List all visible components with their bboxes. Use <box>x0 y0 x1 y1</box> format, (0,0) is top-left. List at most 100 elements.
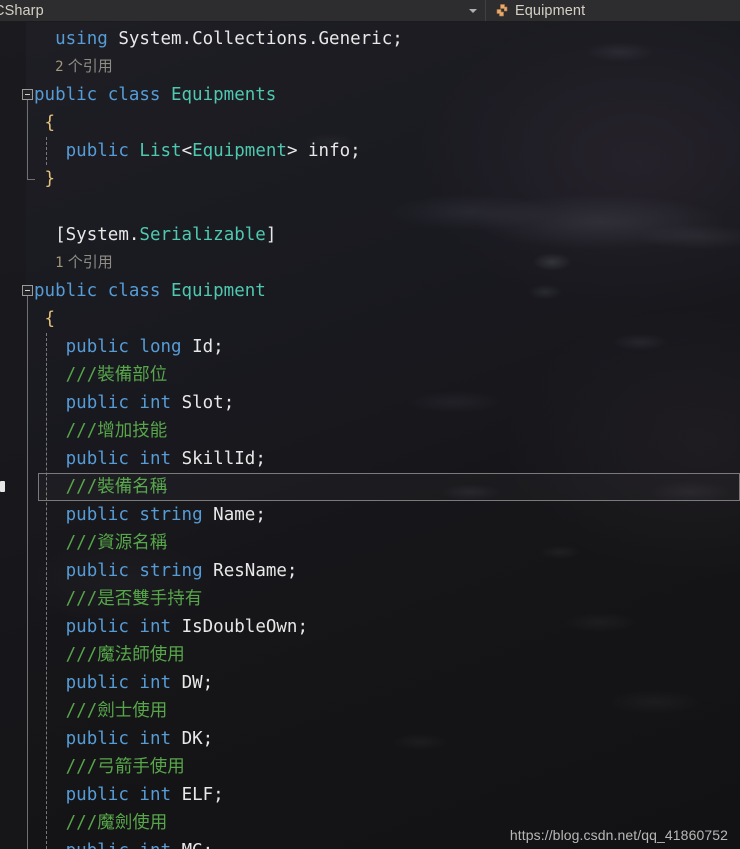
code-token-kw: public <box>65 505 140 525</box>
code-line[interactable]: public int DW; <box>0 669 740 697</box>
collapse-outlining-icon[interactable] <box>22 285 33 296</box>
code-line[interactable]: public List<Equipment> info; <box>0 137 740 165</box>
code-line[interactable]: ///劍士使用 <box>0 697 740 725</box>
code-line[interactable]: 2 个引用 <box>0 53 740 81</box>
code-line[interactable]: { <box>0 305 740 333</box>
code-line[interactable]: public string Name; <box>0 501 740 529</box>
code-token-kw: public <box>65 617 140 637</box>
code-token-typ: Serializable <box>139 225 266 245</box>
code-line[interactable]: ///增加技能 <box>0 417 740 445</box>
code-line[interactable]: using System.Collections.Generic; <box>0 25 740 53</box>
code-token-pun: < <box>181 141 193 161</box>
code-token-cmt: ///魔劍使用 <box>65 813 168 833</box>
code-line[interactable]: public int IsDoubleOwn; <box>0 613 740 641</box>
code-token-kw: int <box>139 393 182 413</box>
code-token-kw: int <box>139 617 182 637</box>
code-line-text: public class Equipments <box>34 81 276 109</box>
code-line-text: ///增加技能 <box>66 417 168 445</box>
vs-editor-window: CSharp Equipment using System.Collection… <box>0 0 740 849</box>
code-token-cmt: ///弓箭手使用 <box>65 757 185 777</box>
code-token-kw: int <box>139 729 182 749</box>
code-line-text: public int DK; <box>66 725 214 753</box>
code-token-kw: public <box>65 337 140 357</box>
code-token-id: ResName; <box>213 561 298 581</box>
current-line-highlight <box>38 473 740 501</box>
code-line[interactable] <box>0 193 740 221</box>
code-token-typ: Equipments <box>170 85 277 105</box>
code-lens-reference-count[interactable]: 2 个引用 <box>55 53 113 81</box>
code-line[interactable]: } <box>0 165 740 193</box>
code-line-text: public int MG; <box>66 837 214 849</box>
code-line-text: public int ELF; <box>66 781 224 809</box>
code-line[interactable]: public class Equipments <box>0 81 740 109</box>
code-token-kw: class <box>107 85 171 105</box>
code-line[interactable]: [System.Serializable] <box>0 221 740 249</box>
code-lens-reference-count[interactable]: 1 个引用 <box>55 249 113 277</box>
code-token-kw: public <box>65 449 140 469</box>
code-token-kw: int <box>139 673 182 693</box>
code-token-kw: public <box>65 673 140 693</box>
code-token-id: System. <box>65 225 140 245</box>
code-token-id: System.Collections.Generic; <box>118 29 403 49</box>
code-line[interactable]: public int DK; <box>0 725 740 753</box>
code-line-text: ///魔法師使用 <box>66 641 185 669</box>
code-line-text: public List<Equipment> info; <box>66 137 361 165</box>
code-line-text: public long Id; <box>66 333 224 361</box>
code-token-kw: int <box>139 449 182 469</box>
code-line-text: ///魔劍使用 <box>66 809 168 837</box>
code-line-text: ///弓箭手使用 <box>66 753 185 781</box>
class-icon <box>496 3 508 16</box>
project-scope-label: CSharp <box>0 2 44 19</box>
code-line-text: using System.Collections.Generic; <box>55 25 403 53</box>
code-line[interactable]: public int ELF; <box>0 781 740 809</box>
code-line[interactable]: public string ResName; <box>0 557 740 585</box>
code-line-text: public class Equipment <box>34 277 266 305</box>
code-token-id: ] <box>265 225 277 245</box>
code-line-text: public int SkillId; <box>66 445 266 473</box>
code-token-kw: public <box>34 281 108 301</box>
watermark-text: https://blog.csdn.net/qq_41860752 <box>509 827 728 843</box>
member-scope-dropdown[interactable]: Equipment <box>486 0 740 21</box>
collapse-outlining-icon[interactable] <box>22 89 33 100</box>
code-line[interactable]: public int Slot; <box>0 389 740 417</box>
code-token-kw: public <box>66 841 140 849</box>
code-token-id: SkillId; <box>181 449 266 469</box>
code-line-text: ///裝備部位 <box>66 361 168 389</box>
code-line[interactable]: 1 个引用 <box>0 249 740 277</box>
code-line-text: } <box>45 165 56 193</box>
code-token-typ: Equipment <box>192 141 287 161</box>
project-scope-dropdown[interactable]: CSharp <box>0 0 486 21</box>
code-token-kw: string <box>139 505 214 525</box>
code-text-area[interactable]: using System.Collections.Generic; 2 个引用 pu… <box>0 22 740 849</box>
code-line[interactable]: ///魔法師使用 <box>0 641 740 669</box>
code-line[interactable]: ///資源名稱 <box>0 529 740 557</box>
code-token-cmt: ///劍士使用 <box>65 701 168 721</box>
code-editor-surface[interactable]: using System.Collections.Generic; 2 个引用 pu… <box>0 22 740 849</box>
code-line[interactable]: ///弓箭手使用 <box>0 753 740 781</box>
code-line[interactable]: { <box>0 109 740 137</box>
code-line[interactable]: public int SkillId; <box>0 445 740 473</box>
code-token-kw: public <box>65 561 140 581</box>
chevron-down-icon[interactable] <box>469 8 477 13</box>
code-token-typ: List <box>139 141 182 161</box>
code-line[interactable]: public class Equipment <box>0 277 740 305</box>
code-token-pun: > <box>286 141 309 161</box>
code-token-id: info; <box>308 141 361 161</box>
code-token-kw: using <box>55 29 119 49</box>
code-line[interactable]: public long Id; <box>0 333 740 361</box>
code-line-text: [System.Serializable] <box>55 221 276 249</box>
code-line[interactable]: ///是否雙手持有 <box>0 585 740 613</box>
code-token-brc: { <box>44 113 56 133</box>
code-token-kw: public <box>34 85 108 105</box>
code-token-kw: public <box>65 729 140 749</box>
code-token-id: Id; <box>192 337 224 357</box>
code-line[interactable]: ///裝備部位 <box>0 361 740 389</box>
code-token-brc: { <box>44 309 56 329</box>
code-token-kw: public <box>65 141 140 161</box>
code-line-text: ///資源名稱 <box>66 529 168 557</box>
code-line-text: public int IsDoubleOwn; <box>66 613 308 641</box>
code-token-id: ELF; <box>181 785 224 805</box>
code-token-kw: long <box>139 337 193 357</box>
code-line-text: { <box>45 305 56 333</box>
code-token-cmt: ///是否雙手持有 <box>65 589 203 609</box>
